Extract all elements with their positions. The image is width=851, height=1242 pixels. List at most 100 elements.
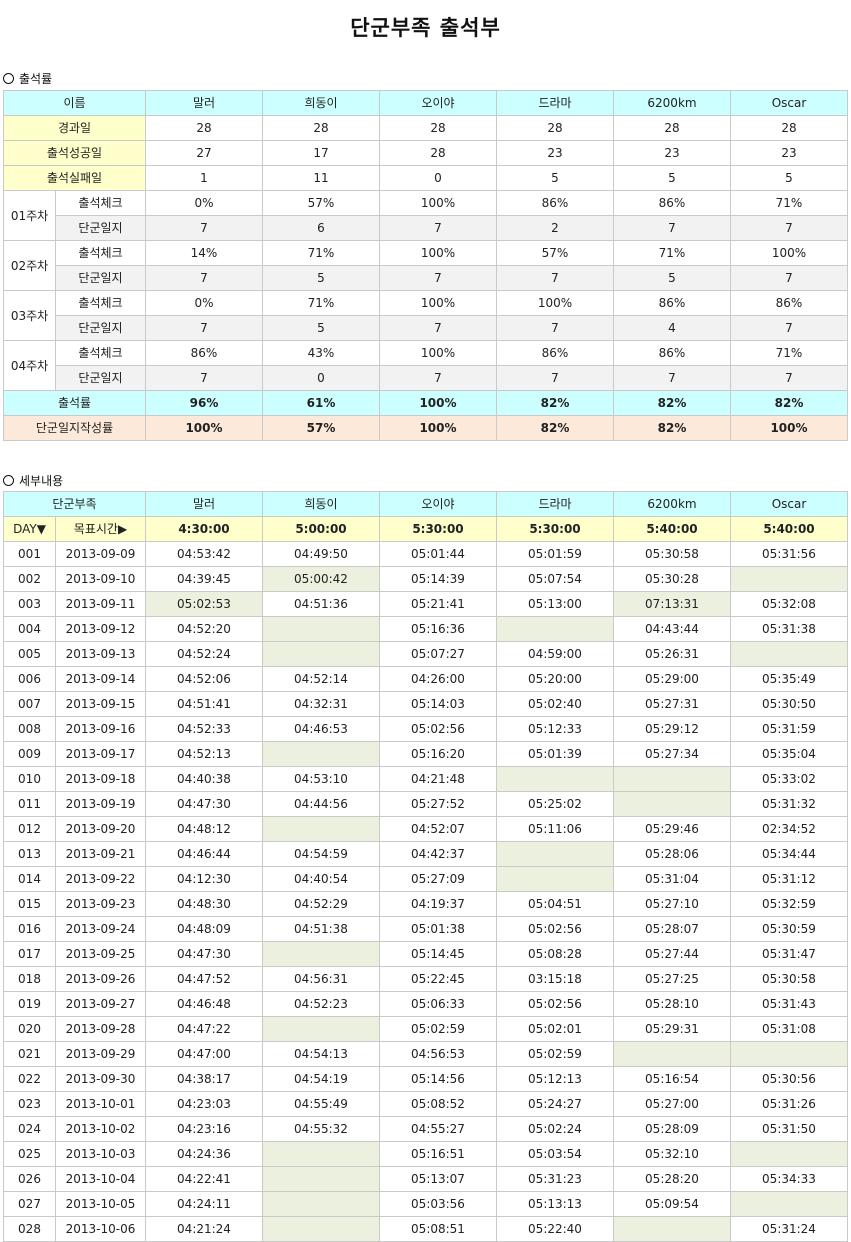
wake-time: 05:30:58 (613, 541, 731, 567)
stat-value: 5 (496, 165, 614, 191)
wake-time: 05:27:44 (613, 941, 731, 967)
table-row: 027 2013-10-05 04:24:11 05:03:56 05:13:13 05:… (3, 1191, 848, 1217)
date: 2013-09-15 (55, 691, 146, 717)
circle-bullet-icon (3, 475, 14, 486)
stat-value: 23 (496, 140, 614, 166)
wake-time: 04:47:22 (145, 1016, 263, 1042)
attendance-rate-value: 96% (145, 390, 263, 416)
check-label: 출석체크 (55, 190, 146, 216)
attendance-rate-value: 61% (262, 390, 380, 416)
date: 2013-09-10 (55, 566, 146, 592)
wake-time: 05:08:52 (379, 1091, 497, 1117)
table-row: 023 2013-10-01 04:23:03 04:55:49 05:08:52 05:… (3, 1091, 848, 1117)
wake-time: 04:51:38 (262, 916, 380, 942)
wake-time: 04:40:38 (145, 766, 263, 792)
diary-rate-label: 단군일지작성률 (3, 415, 146, 441)
check-value: 100% (379, 240, 497, 266)
wake-time: 05:21:41 (379, 591, 497, 617)
wake-time: 05:28:20 (613, 1166, 731, 1192)
stat-value: 28 (262, 115, 380, 141)
check-value: 71% (262, 290, 380, 316)
day-number: 025 (3, 1141, 56, 1167)
day-number: 005 (3, 641, 56, 667)
date: 2013-10-04 (55, 1166, 146, 1192)
day-number: 026 (3, 1166, 56, 1192)
member-name: 오이야 (379, 90, 497, 116)
wake-time: 05:27:34 (613, 741, 731, 767)
section-detail: 세부내용 (3, 472, 63, 489)
date: 2013-09-20 (55, 816, 146, 842)
date: 2013-09-26 (55, 966, 146, 992)
wake-time (262, 1016, 380, 1042)
day-number: 002 (3, 566, 56, 592)
wake-time: 05:06:33 (379, 991, 497, 1017)
attendance-rate-label: 출석률 (3, 390, 146, 416)
week-check-row: 02주차 출석체크 14% 71% 100% 57% 71% 100% (3, 240, 848, 291)
member-name: 드라마 (496, 90, 614, 116)
diary-value: 0 (262, 365, 380, 391)
stat-value: 28 (145, 115, 263, 141)
wake-time (730, 1141, 848, 1167)
member-name: 6200km (613, 90, 731, 116)
wake-time: 05:24:27 (496, 1091, 614, 1117)
wake-time: 04:55:27 (379, 1116, 497, 1142)
wake-time (496, 616, 614, 642)
member-name: Oscar (730, 90, 848, 116)
diary-value: 7 (379, 265, 497, 291)
target-time: 5:40:00 (613, 516, 731, 542)
table-row: 010 2013-09-18 04:40:38 04:53:10 04:21:48 05:… (3, 766, 848, 792)
week-check-row: 03주차 출석체크 0% 71% 100% 100% 86% 86% (3, 290, 848, 341)
check-value: 100% (379, 290, 497, 316)
day-number: 006 (3, 666, 56, 692)
table-row: 016 2013-09-24 04:48:09 04:51:38 05:01:38 05:… (3, 916, 848, 942)
wake-time: 04:38:17 (145, 1066, 263, 1092)
week-label: 03주차 (3, 290, 56, 341)
day-number: 022 (3, 1066, 56, 1092)
wake-time: 05:30:58 (730, 966, 848, 992)
wake-time: 04:54:19 (262, 1066, 380, 1092)
wake-time: 04:54:13 (262, 1041, 380, 1067)
wake-time (262, 641, 380, 667)
wake-time: 05:22:40 (496, 1216, 614, 1242)
attendance-rate-value: 82% (496, 390, 614, 416)
wake-time: 05:20:00 (496, 666, 614, 692)
diary-rate-value: 100% (730, 415, 848, 441)
table-row: 011 2013-09-19 04:47:30 04:44:56 05:27:52 05:… (3, 791, 848, 817)
wake-time: 05:27:10 (613, 891, 731, 917)
diary-value: 2 (496, 215, 614, 241)
day-number: 004 (3, 616, 56, 642)
table-row: 012 2013-09-20 04:48:12 04:52:07 05:11:06 05:… (3, 816, 848, 842)
check-value: 86% (730, 290, 848, 316)
day-number: 011 (3, 791, 56, 817)
check-label: 출석체크 (55, 290, 146, 316)
day-number: 008 (3, 716, 56, 742)
stat-value: 23 (730, 140, 848, 166)
wake-time: 04:52:24 (145, 641, 263, 667)
table-row: 006 2013-09-14 04:52:06 04:52:14 04:26:00 05:… (3, 666, 848, 692)
attendance-rate-value: 82% (613, 390, 731, 416)
check-value: 86% (496, 190, 614, 216)
date: 2013-10-02 (55, 1116, 146, 1142)
check-value: 100% (379, 340, 497, 366)
wake-time: 03:15:18 (496, 966, 614, 992)
date: 2013-09-16 (55, 716, 146, 742)
wake-time: 04:52:23 (262, 991, 380, 1017)
member-name: 말러 (145, 491, 263, 517)
day-number: 013 (3, 841, 56, 867)
wake-time: 05:16:51 (379, 1141, 497, 1167)
wake-time: 05:04:51 (496, 891, 614, 917)
target-time-row: DAY▼ 목표시간▶ 4:30:00 5:00:00 5:30:00 5:30:00 5:4… (3, 516, 848, 542)
wake-time: 05:31:59 (730, 716, 848, 742)
target-time: 5:30:00 (496, 516, 614, 542)
check-value: 71% (262, 240, 380, 266)
stat-value: 27 (145, 140, 263, 166)
wake-time: 05:07:54 (496, 566, 614, 592)
wake-time: 05:26:31 (613, 641, 731, 667)
stat-value: 28 (379, 140, 497, 166)
day-number: 016 (3, 916, 56, 942)
member-name: 희동이 (262, 90, 380, 116)
member-name: 오이야 (379, 491, 497, 517)
table-row: 013 2013-09-21 04:46:44 04:54:59 04:42:37 05:… (3, 841, 848, 867)
date: 2013-09-27 (55, 991, 146, 1017)
wake-time: 05:28:07 (613, 916, 731, 942)
